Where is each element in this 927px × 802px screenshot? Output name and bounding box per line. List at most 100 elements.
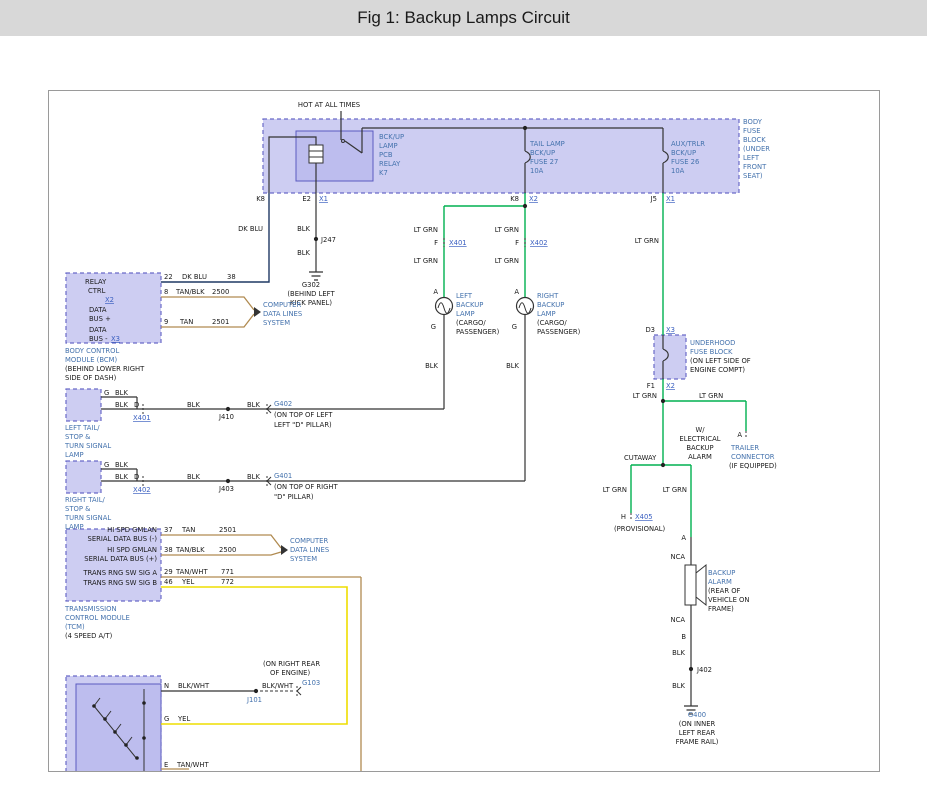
connector-ref-x402: X402 bbox=[530, 239, 548, 247]
left-tail-caption: LAMP bbox=[65, 451, 84, 459]
ground-g302-loc: (BEHIND LEFT bbox=[287, 290, 335, 298]
fuse26-label: 10A bbox=[671, 167, 685, 175]
wire-label-tanwht: TAN/WHT bbox=[176, 761, 209, 769]
with-alarm-label: ELECTRICAL bbox=[679, 435, 720, 443]
wire-lt-grn bbox=[444, 193, 746, 537]
pin-g: G bbox=[104, 389, 109, 397]
ground-g401-loc: "D" PILLAR) bbox=[274, 493, 314, 501]
wire-label-ltgrn: LT GRN bbox=[635, 237, 659, 245]
underhood-caption-loc: ENGINE COMPT) bbox=[690, 366, 745, 374]
alarm-caption: ALARM bbox=[708, 578, 732, 586]
ground-g302: G302 bbox=[302, 281, 320, 289]
ground-g400-loc: LEFT REAR bbox=[679, 729, 716, 737]
connector-ref-x1: X1 bbox=[319, 195, 328, 203]
alarm-caption-loc: VEHICLE ON bbox=[708, 596, 749, 604]
right-tail-lamp-box bbox=[66, 461, 101, 493]
pin-h: H bbox=[621, 513, 626, 521]
splice-j403: J403 bbox=[218, 485, 234, 493]
bcm-caption: BODY CONTROL bbox=[65, 347, 119, 355]
wire-label-ltgrn: LT GRN bbox=[414, 257, 438, 265]
ground-g402-loc: LEFT "D" PILLAR) bbox=[274, 421, 332, 429]
fuse26-label: AUX/TRLR bbox=[671, 140, 705, 148]
pin-e: E bbox=[164, 761, 168, 769]
left-tail-caption: LEFT TAIL/ bbox=[65, 424, 100, 432]
wire-label-tan: TAN bbox=[179, 318, 193, 326]
pin-e2: E2 bbox=[302, 195, 311, 203]
splice-j410: J410 bbox=[218, 413, 234, 421]
body-fuse-block-caption: FRONT bbox=[743, 163, 767, 171]
connector-ref-x401: X401 bbox=[133, 414, 151, 422]
wire-label-blk: BLK bbox=[115, 389, 128, 397]
left-lamp-caption: PASSENGER) bbox=[456, 328, 500, 336]
wire-label-blk: BLK bbox=[115, 401, 128, 409]
right-tail-caption: STOP & bbox=[65, 505, 91, 513]
data-lines-label: DATA LINES bbox=[290, 546, 329, 554]
body-fuse-block-caption: SEAT) bbox=[743, 172, 763, 180]
wiring-diagram-canvas: HOT AT ALL TIMES BCK/UP LAMP PCB RELAY K… bbox=[48, 90, 880, 772]
bcm-row-busminus: BUS - bbox=[89, 335, 108, 343]
wire-label-blk: BLK bbox=[187, 401, 200, 409]
pin-n: N bbox=[164, 682, 169, 690]
wire-label-blk: BLK bbox=[672, 682, 685, 690]
data-lines-label: COMPUTER bbox=[290, 537, 328, 545]
left-lamp-caption: BACKUP bbox=[456, 301, 483, 309]
tcm-row1: SERIAL DATA BUS (-) bbox=[88, 535, 158, 543]
wire-label-blk: BLK bbox=[297, 249, 310, 257]
wire-label-tanwht: TAN/WHT bbox=[175, 568, 208, 576]
pin-g: G bbox=[104, 461, 109, 469]
tcm-offpage-arrow bbox=[281, 545, 288, 555]
wire-label-blk: BLK bbox=[115, 473, 128, 481]
circuit-2501: 2501 bbox=[212, 318, 229, 326]
pin-k8: K8 bbox=[510, 195, 519, 203]
alarm-caption: BACKUP bbox=[708, 569, 735, 577]
bcm-ref-x3: X3 bbox=[111, 335, 120, 343]
with-alarm-label: W/ bbox=[695, 426, 705, 434]
right-lamp-caption: RIGHT bbox=[537, 292, 559, 300]
left-tail-lamp-box bbox=[66, 389, 101, 421]
wire-label-ltgrn: LT GRN bbox=[663, 486, 687, 494]
bcm-pin-22: 22 bbox=[164, 273, 173, 281]
right-lamp-caption: BACKUP bbox=[537, 301, 564, 309]
bcm-caption-loc: SIDE OF DASH) bbox=[65, 374, 117, 382]
left-backup-lamp-symbol bbox=[436, 298, 453, 315]
wire-dk-blu bbox=[161, 193, 269, 282]
circuit-38: 38 bbox=[227, 273, 236, 281]
wire-label-ltgrn: LT GRN bbox=[699, 392, 723, 400]
splice-j101: J101 bbox=[246, 696, 262, 704]
relay-label: PCB bbox=[379, 151, 393, 159]
ground-g402: G402 bbox=[274, 400, 292, 408]
body-fuse-block-caption: LEFT bbox=[743, 154, 760, 162]
bcm-row-relay: RELAY bbox=[85, 278, 107, 286]
tcm-caption: TRANSMISSION bbox=[64, 605, 117, 613]
wire-label-blk: BLK bbox=[506, 362, 519, 370]
cutaway-label: CUTAWAY bbox=[624, 454, 657, 462]
tcm-caption: CONTROL MODULE bbox=[65, 614, 130, 622]
pin-f1: F1 bbox=[647, 382, 655, 390]
figure-title: Fig 1: Backup Lamps Circuit bbox=[357, 8, 570, 28]
pin-d: D bbox=[134, 473, 139, 481]
tcm-row3: TRANS RNG SW SIG A bbox=[82, 569, 157, 577]
tcm-pin-29: 29 bbox=[164, 568, 173, 576]
tcm-row4: TRANS RNG SW SIG B bbox=[82, 579, 157, 587]
right-tail-caption: LAMP bbox=[65, 523, 84, 531]
wire-label-dkblu: DK BLU bbox=[182, 273, 207, 281]
wire-label-tan: TAN bbox=[181, 526, 195, 534]
circuit-2500: 2500 bbox=[212, 288, 229, 296]
backup-alarm-horn bbox=[696, 565, 706, 605]
fuse26-label: BCK/UP bbox=[671, 149, 696, 157]
tcm-row1: HI SPD GMLAN bbox=[107, 526, 157, 534]
relay-coil-symbol bbox=[309, 145, 323, 163]
ground-g400-loc: (ON INNER bbox=[679, 720, 716, 728]
fuse27-label: BCK/UP bbox=[530, 149, 555, 157]
wire-label-blk: BLK bbox=[247, 401, 260, 409]
pin-a: A bbox=[514, 288, 519, 296]
connector-ref-x402: X402 bbox=[133, 486, 151, 494]
backup-lamps-schematic: HOT AT ALL TIMES BCK/UP LAMP PCB RELAY K… bbox=[49, 91, 879, 771]
relay-label: LAMP bbox=[379, 142, 398, 150]
trailer-caption-loc: (IF EQUIPPED) bbox=[729, 462, 777, 470]
ground-g402-loc: (ON TOP OF LEFT bbox=[274, 411, 333, 419]
wire-label-dkblu: DK BLU bbox=[238, 225, 263, 233]
tcm-caption-loc: (4 SPEED A/T) bbox=[65, 632, 113, 640]
bcm-row-busplus: BUS + bbox=[89, 315, 111, 323]
body-fuse-block-caption: BODY bbox=[743, 118, 763, 126]
